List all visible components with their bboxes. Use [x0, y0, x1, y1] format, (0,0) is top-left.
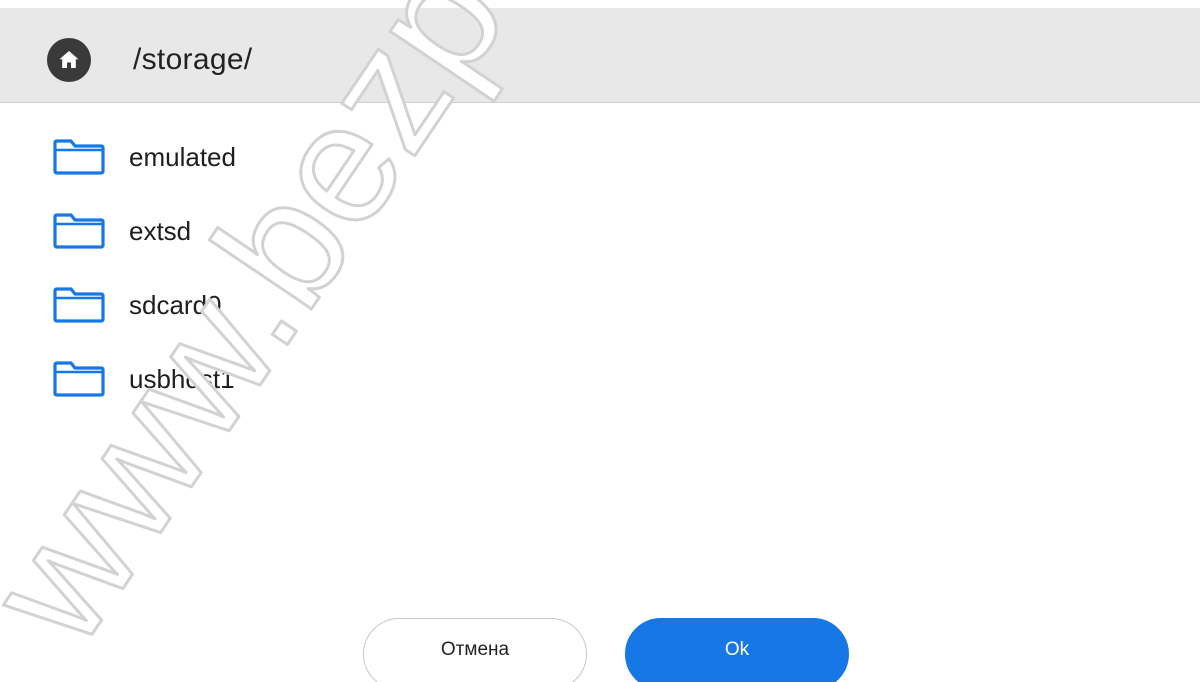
- folder-icon: [53, 361, 105, 397]
- folder-name: sdcard0: [129, 290, 222, 320]
- current-path: /storage/: [133, 43, 253, 76]
- folder-icon: [53, 139, 105, 175]
- folder-name: emulated: [129, 142, 236, 172]
- folder-row-sdcard0[interactable]: sdcard0: [0, 267, 1200, 337]
- home-button[interactable]: [47, 38, 91, 82]
- ok-button-label: Ok: [724, 639, 750, 660]
- folder-row-extsd[interactable]: extsd: [0, 193, 1200, 263]
- folder-icon: [53, 287, 105, 323]
- folder-name: extsd: [129, 216, 192, 246]
- path-header: /storage/: [0, 8, 1200, 103]
- folder-row-emulated[interactable]: emulated: [0, 119, 1200, 189]
- home-icon: [59, 51, 79, 68]
- folder-name: usbhost1: [129, 364, 235, 394]
- top-strip: [0, 0, 1200, 8]
- folder-row-usbhost1[interactable]: usbhost1: [0, 341, 1200, 411]
- cancel-button[interactable]: Отмена: [363, 618, 587, 682]
- ok-button[interactable]: Ok: [625, 618, 849, 682]
- cancel-button-label: Отмена: [440, 639, 510, 660]
- folder-icon: [53, 213, 105, 249]
